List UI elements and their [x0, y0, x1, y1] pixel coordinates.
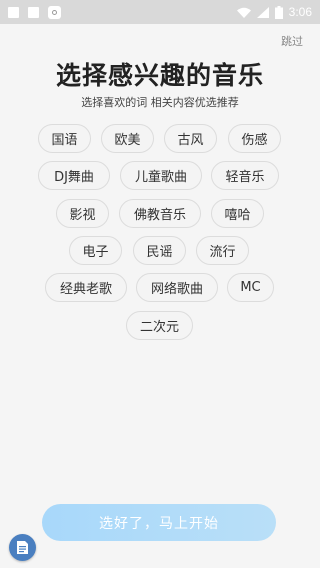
tag-erciyuan[interactable]: 二次元	[126, 311, 193, 340]
confirm-button[interactable]: 选好了，马上开始	[42, 504, 276, 541]
battery-icon	[274, 5, 283, 19]
tag-guoyu[interactable]: 国语	[38, 124, 91, 153]
tag-oumei[interactable]: 欧美	[101, 124, 154, 153]
signal-icon	[256, 6, 269, 18]
tag-xiha[interactable]: 嘻哈	[211, 199, 264, 228]
tag-fojiao-yinyue[interactable]: 佛教音乐	[119, 199, 201, 228]
status-bar: 3:06	[0, 0, 320, 24]
wifi-icon	[236, 7, 251, 18]
page-subtitle: 选择喜欢的词 相关内容优选推荐	[81, 96, 239, 109]
clock: 3:06	[288, 5, 312, 19]
document-icon	[17, 541, 28, 554]
floating-note-button[interactable]	[9, 534, 36, 561]
tag-wangluo-gequ[interactable]: 网络歌曲	[136, 273, 218, 302]
tag-liuxing[interactable]: 流行	[196, 236, 249, 265]
tag-mc[interactable]: MC	[227, 273, 274, 302]
app-notification-icon	[48, 5, 61, 19]
tag-dianzi[interactable]: 电子	[69, 236, 122, 265]
tag-jingdian-laoge[interactable]: 经典老歌	[45, 273, 127, 302]
tag-gufeng[interactable]: 古风	[164, 124, 217, 153]
tag-yingshi[interactable]: 影视	[56, 199, 109, 228]
tag-ertong-gequ[interactable]: 儿童歌曲	[120, 161, 202, 190]
page-title: 选择感兴趣的音乐	[55, 61, 264, 90]
tag-minyao[interactable]: 民谣	[133, 236, 186, 265]
notification-icon	[28, 6, 39, 18]
tag-dj-wuqu[interactable]: DJ舞曲	[38, 161, 110, 190]
notification-icon	[8, 6, 19, 18]
tag-qingyinyue[interactable]: 轻音乐	[211, 161, 279, 190]
tag-shanggan[interactable]: 伤感	[228, 124, 281, 153]
skip-button[interactable]: 跳过	[281, 33, 303, 49]
